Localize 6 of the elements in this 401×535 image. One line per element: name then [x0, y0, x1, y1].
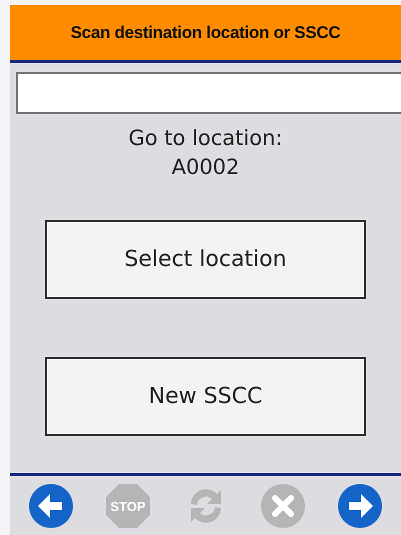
screen-title: Scan destination location or SSCC [70, 22, 340, 44]
action-button[interactable]: Select location [45, 220, 366, 299]
location-code: A0002 [172, 154, 240, 181]
scan-input-field[interactable] [16, 72, 401, 114]
action-button[interactable]: New SSCC [45, 357, 366, 436]
instruction-text: Go to location: [128, 125, 282, 152]
